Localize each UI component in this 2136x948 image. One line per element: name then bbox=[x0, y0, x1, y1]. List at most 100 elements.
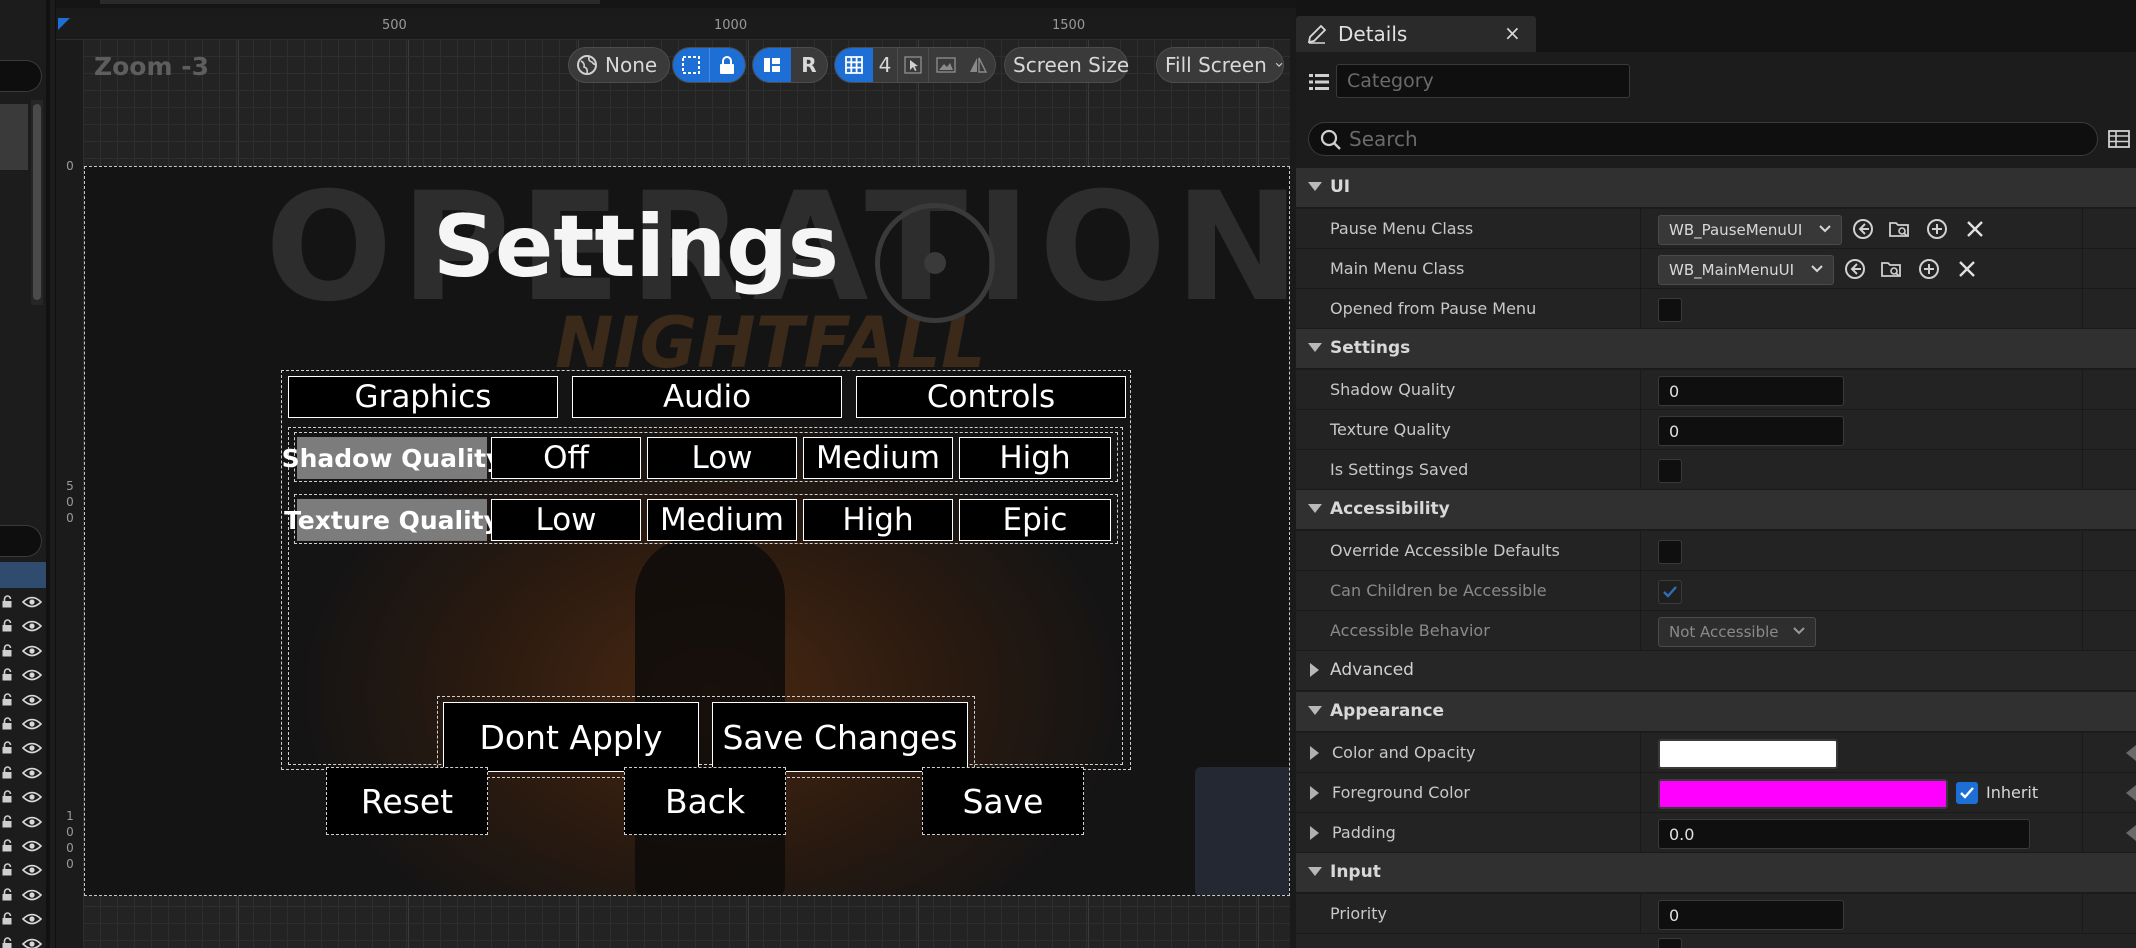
section-input[interactable]: Input bbox=[1296, 853, 2136, 893]
palette-scrollbar[interactable] bbox=[31, 100, 43, 305]
hierarchy-row[interactable] bbox=[0, 812, 46, 832]
priority-input[interactable] bbox=[1658, 900, 1844, 930]
hierarchy-row[interactable] bbox=[0, 616, 46, 636]
background-image-icon[interactable] bbox=[929, 48, 963, 82]
list-icon[interactable] bbox=[1308, 72, 1330, 92]
unlock-icon[interactable] bbox=[2, 717, 13, 730]
texture-high-button[interactable]: High bbox=[803, 499, 953, 541]
hierarchy-row[interactable] bbox=[0, 885, 46, 905]
back-button[interactable]: Back bbox=[624, 767, 786, 835]
unlock-icon[interactable] bbox=[2, 619, 13, 632]
section-advanced[interactable]: Advanced bbox=[1296, 651, 2136, 691]
use-selected-icon[interactable] bbox=[1852, 218, 1874, 240]
eye-icon[interactable] bbox=[22, 620, 42, 632]
section-settings[interactable]: Settings bbox=[1296, 329, 2136, 369]
save-changes-button[interactable]: Save Changes bbox=[712, 702, 968, 772]
hierarchy-row[interactable] bbox=[0, 787, 46, 807]
eye-icon[interactable] bbox=[22, 840, 42, 852]
reset-button[interactable]: Reset bbox=[326, 767, 488, 835]
unlock-icon[interactable] bbox=[2, 863, 13, 876]
section-appearance[interactable]: Appearance bbox=[1296, 692, 2136, 732]
accessible-behavior-combo[interactable]: Not Accessible bbox=[1658, 617, 1816, 647]
override-accessible-checkbox[interactable] bbox=[1658, 540, 1682, 564]
add-icon[interactable] bbox=[1918, 258, 1940, 280]
selection-lock-group[interactable] bbox=[672, 47, 746, 83]
unlock-icon[interactable] bbox=[2, 790, 13, 803]
chevron-right-icon[interactable] bbox=[1310, 786, 1319, 800]
apply-buttons-box[interactable]: Dont Apply Save Changes bbox=[437, 696, 975, 778]
eye-icon[interactable] bbox=[22, 864, 42, 876]
eye-icon[interactable] bbox=[22, 718, 42, 730]
cursor-icon[interactable] bbox=[897, 48, 929, 82]
browse-folder-icon[interactable] bbox=[1888, 218, 1910, 240]
texture-epic-button[interactable]: Epic bbox=[959, 499, 1111, 541]
unlock-icon[interactable] bbox=[2, 839, 13, 852]
details-tab[interactable]: Details × bbox=[1296, 16, 1536, 52]
palette-scrollbar-thumb[interactable] bbox=[33, 104, 41, 300]
shadow-quality-input[interactable] bbox=[1658, 376, 1844, 406]
section-ui[interactable]: UI bbox=[1296, 168, 2136, 208]
lock-icon[interactable] bbox=[709, 48, 745, 82]
unlock-icon[interactable] bbox=[2, 668, 13, 681]
chevron-right-icon[interactable] bbox=[1310, 746, 1319, 760]
clear-icon[interactable] bbox=[1956, 258, 1978, 280]
unlock-icon[interactable] bbox=[2, 912, 13, 925]
eye-icon[interactable] bbox=[22, 669, 42, 681]
unlock-icon[interactable] bbox=[2, 644, 13, 657]
texture-low-button[interactable]: Low bbox=[491, 499, 641, 541]
unlock-icon[interactable] bbox=[2, 814, 13, 828]
hierarchy-row[interactable] bbox=[0, 763, 46, 783]
unlock-icon[interactable] bbox=[2, 741, 13, 754]
padding-input[interactable] bbox=[1658, 819, 2030, 849]
shadow-low-button[interactable]: Low bbox=[647, 437, 797, 479]
foreground-color-swatch[interactable] bbox=[1658, 779, 1948, 809]
hierarchy-selected-row[interactable] bbox=[0, 562, 46, 588]
hierarchy-row[interactable] bbox=[0, 909, 46, 929]
tab-audio[interactable]: Audio bbox=[572, 376, 842, 418]
save-button[interactable]: Save bbox=[922, 767, 1084, 835]
designer-canvas[interactable]: Zoom -3 None R 4 Screen Size Fill Screen… bbox=[84, 40, 1290, 948]
close-icon[interactable]: × bbox=[1504, 21, 1521, 45]
hierarchy-row[interactable] bbox=[0, 641, 46, 661]
settings-tab-container[interactable]: Graphics Audio Controls Shadow Quality O… bbox=[281, 370, 1131, 778]
respect-locks-button[interactable]: R bbox=[791, 48, 827, 82]
eye-icon[interactable] bbox=[22, 645, 42, 657]
grid-value[interactable]: 4 bbox=[873, 48, 897, 82]
hierarchy-row[interactable] bbox=[0, 836, 46, 856]
clear-icon[interactable] bbox=[1964, 218, 1986, 240]
eye-icon[interactable] bbox=[22, 816, 42, 828]
add-icon[interactable] bbox=[1926, 218, 1948, 240]
palette-search-field[interactable] bbox=[0, 60, 42, 92]
world-transform-toggle[interactable]: None bbox=[568, 47, 670, 83]
opened-from-pause-checkbox[interactable] bbox=[1658, 298, 1682, 322]
inherit-checkbox[interactable] bbox=[1956, 782, 1978, 804]
texture-quality-row[interactable]: Texture Quality Low Medium High Epic bbox=[284, 494, 1118, 544]
screen-size-dropdown[interactable]: Screen Size bbox=[1004, 47, 1129, 83]
category-input[interactable] bbox=[1336, 64, 1630, 98]
search-input[interactable] bbox=[1349, 125, 2089, 153]
eye-icon[interactable] bbox=[22, 913, 42, 925]
hierarchy-row[interactable] bbox=[0, 592, 46, 612]
hierarchy-row[interactable] bbox=[0, 690, 46, 710]
tab-graphics[interactable]: Graphics bbox=[288, 376, 558, 418]
shadow-high-button[interactable]: High bbox=[959, 437, 1111, 479]
main-menu-class-combo[interactable]: WB_MainMenuUI bbox=[1658, 255, 1834, 285]
section-accessibility[interactable]: Accessibility bbox=[1296, 490, 2136, 530]
texture-medium-button[interactable]: Medium bbox=[647, 499, 797, 541]
fill-screen-dropdown[interactable]: Fill Screen bbox=[1156, 47, 1284, 83]
unlock-icon[interactable] bbox=[2, 595, 13, 608]
table-view-icon[interactable] bbox=[2108, 128, 2130, 150]
reset-to-default-icon[interactable] bbox=[2126, 785, 2136, 801]
tab-controls[interactable]: Controls bbox=[856, 376, 1126, 418]
grid-icon[interactable] bbox=[835, 48, 873, 82]
shadow-medium-button[interactable]: Medium bbox=[803, 437, 953, 479]
selection-mode-icon[interactable] bbox=[673, 48, 710, 82]
flip-icon[interactable] bbox=[963, 48, 993, 82]
eye-icon[interactable] bbox=[22, 938, 42, 948]
browse-folder-icon[interactable] bbox=[1880, 258, 1902, 280]
eye-icon[interactable] bbox=[22, 596, 42, 608]
can-children-accessible-checkbox[interactable] bbox=[1658, 580, 1682, 604]
palette-selected-item[interactable] bbox=[0, 104, 28, 170]
unlock-icon[interactable] bbox=[2, 766, 13, 779]
reset-to-default-icon[interactable] bbox=[2126, 825, 2136, 841]
